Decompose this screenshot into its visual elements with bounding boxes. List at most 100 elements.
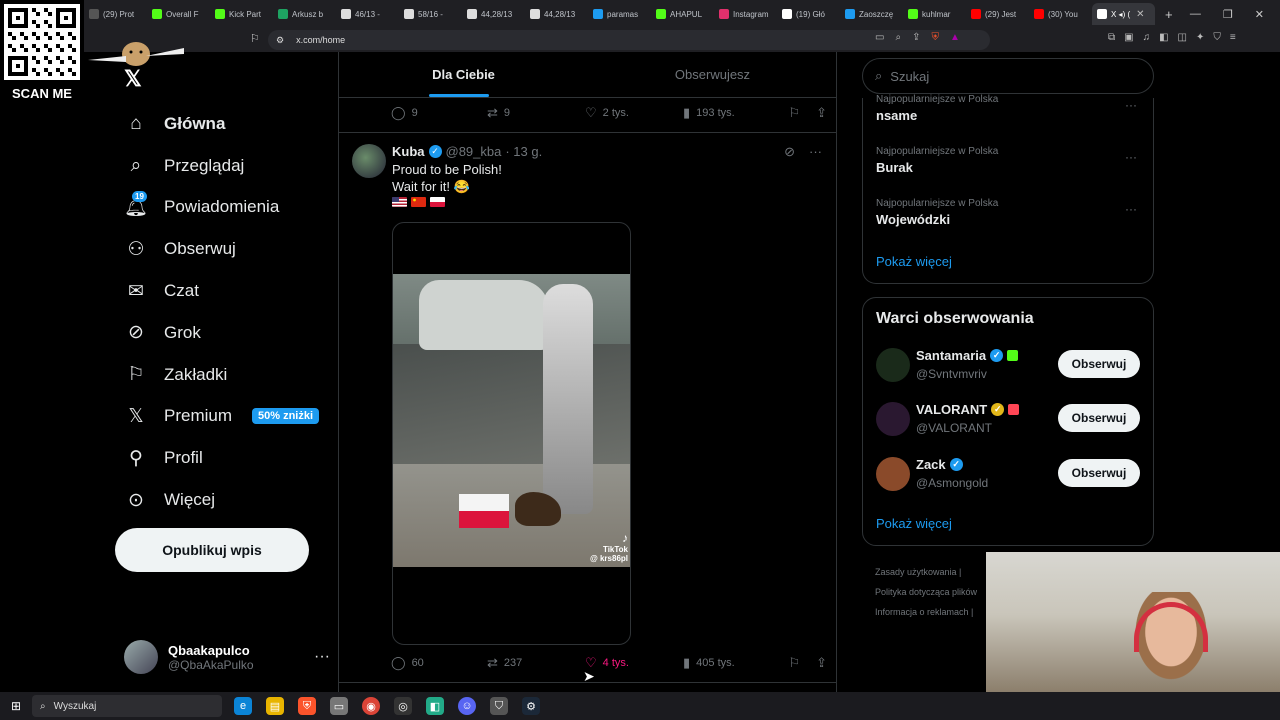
- wallet-icon[interactable]: ▣: [1124, 32, 1133, 43]
- search-input[interactable]: ⌕ Szukaj: [862, 58, 1154, 94]
- footer-link-cookies[interactable]: Polityka dotycząca plików: [875, 582, 977, 602]
- suggested-user-name[interactable]: VALORANT: [916, 402, 987, 417]
- like-button[interactable]: ♡ 2 tys.: [585, 105, 683, 121]
- nav-item-mail[interactable]: ✉ Czat: [120, 270, 330, 312]
- browser-tab[interactable]: (29) Prot: [84, 3, 147, 25]
- views-button[interactable]: ▮ 405 tys.: [683, 655, 787, 671]
- browser-tab[interactable]: Instagram: [714, 3, 777, 25]
- browser-tab[interactable]: (29) Jest: [966, 3, 1029, 25]
- close-window-icon[interactable]: ✕: [1255, 8, 1264, 21]
- avatar[interactable]: [876, 457, 910, 491]
- edge-icon[interactable]: e: [234, 697, 252, 715]
- bookmark-page-icon[interactable]: ⚐: [250, 32, 260, 45]
- trend-item[interactable]: Najpopularniejsze w Polska nsame: [876, 94, 998, 123]
- browser-tab[interactable]: (30) You: [1029, 3, 1092, 25]
- trend-more-icon[interactable]: ···: [1125, 98, 1137, 112]
- menu-icon[interactable]: ≡: [1230, 32, 1236, 43]
- more-dots-icon[interactable]: ···: [314, 648, 330, 666]
- browser-tab[interactable]: paramas: [588, 3, 651, 25]
- app-icon[interactable]: ◧: [426, 697, 444, 715]
- minimize-icon[interactable]: —: [1190, 8, 1201, 21]
- suggested-user[interactable]: Zack ✓ @Asmongold Obserwuj: [876, 457, 1140, 493]
- vpn-icon[interactable]: ⛉: [1213, 32, 1221, 43]
- reply-button[interactable]: ◯ 9: [391, 105, 487, 121]
- site-settings-icon[interactable]: ⚙: [276, 35, 284, 46]
- reply-button[interactable]: ◯ 60: [391, 655, 487, 671]
- chrome-icon[interactable]: ◉: [362, 697, 380, 715]
- brave-shield-icon[interactable]: ⛨: [931, 32, 939, 43]
- browser-tab[interactable]: kuhlmar: [903, 3, 966, 25]
- repost-button[interactable]: ⇄ 9: [487, 105, 585, 121]
- repost-button[interactable]: ⇄ 237: [487, 655, 585, 671]
- new-tab-button[interactable]: +: [1165, 7, 1173, 22]
- nav-item-follow[interactable]: ⚇ Obserwuj: [120, 228, 330, 270]
- follow-button[interactable]: Obserwuj: [1058, 404, 1140, 432]
- trend-more-icon[interactable]: ···: [1125, 202, 1137, 216]
- discord-icon[interactable]: ☺: [458, 697, 476, 715]
- browser-tab[interactable]: X ◂) (✕: [1092, 3, 1155, 25]
- tab-following[interactable]: Obserwujesz: [588, 52, 837, 97]
- post-button[interactable]: Opublikuj wpis: [115, 528, 309, 572]
- suggested-user[interactable]: VALORANT ✓ @VALORANT Obserwuj: [876, 402, 1140, 438]
- post-video[interactable]: ♪ TikTok @ krs86pl: [392, 222, 631, 645]
- file-explorer-icon[interactable]: ▤: [266, 697, 284, 715]
- footer-link-terms[interactable]: Zasady użytkowania |: [875, 562, 977, 582]
- wallet-alt-icon[interactable]: ◫: [1178, 32, 1187, 43]
- author-handle[interactable]: @89_kba: [446, 144, 502, 159]
- nav-item-bookmark[interactable]: ⚐ Zakładki: [120, 354, 330, 396]
- follow-button[interactable]: Obserwuj: [1058, 459, 1140, 487]
- grok-explain-icon[interactable]: ⊘: [784, 144, 795, 160]
- extensions-icon[interactable]: ⧉: [1108, 32, 1115, 43]
- trends-show-more-link[interactable]: Pokaż więcej: [876, 254, 952, 269]
- browser-tab[interactable]: AHAPUL: [651, 3, 714, 25]
- footer-link-ads[interactable]: Informacja o reklamach |: [875, 602, 977, 622]
- url-text[interactable]: x.com/home: [296, 35, 345, 45]
- browser-tab[interactable]: 44,28/13: [525, 3, 588, 25]
- browser-tab[interactable]: Arkusz b: [273, 3, 336, 25]
- account-switcher[interactable]: Qbaakapulco @QbaAkaPulko ···: [124, 638, 330, 676]
- share-icon[interactable]: ⇪: [816, 105, 827, 121]
- suggested-user[interactable]: Santamaria ✓ @Svntvmvriv Obserwuj: [876, 348, 1140, 384]
- trend-item[interactable]: Najpopularniejsze w Polska Wojewódzki: [876, 198, 998, 227]
- post-more-icon[interactable]: ···: [809, 144, 822, 160]
- share-icon[interactable]: ⇪: [912, 32, 920, 43]
- steam-icon[interactable]: ⚙: [522, 697, 540, 715]
- nav-item-bell[interactable]: 🔔︎ 19 Powiadomienia: [120, 187, 330, 229]
- author-name[interactable]: Kuba: [392, 144, 425, 159]
- app-icon[interactable]: ▭: [330, 697, 348, 715]
- avatar[interactable]: [876, 402, 910, 436]
- windows-start-icon[interactable]: ⊞: [0, 699, 32, 713]
- brave-rewards-icon[interactable]: ▲: [950, 32, 960, 43]
- video-frame[interactable]: ♪ TikTok @ krs86pl: [393, 274, 630, 567]
- share-icon[interactable]: ⇪: [816, 655, 827, 671]
- security-icon[interactable]: ⛉: [490, 697, 508, 715]
- bookmark-icon[interactable]: ⚐: [788, 105, 800, 121]
- nav-item-grok[interactable]: ⊘ Grok: [120, 312, 330, 354]
- tab-for-you[interactable]: Dla Ciebie: [339, 52, 588, 97]
- music-icon[interactable]: ♫: [1143, 32, 1151, 43]
- suggested-user-name[interactable]: Santamaria: [916, 348, 986, 363]
- restore-icon[interactable]: ❐: [1223, 8, 1233, 21]
- suggested-user-name[interactable]: Zack: [916, 457, 946, 472]
- obs-icon[interactable]: ◎: [394, 697, 412, 715]
- zoom-icon[interactable]: ⌕: [895, 32, 901, 43]
- browser-tab[interactable]: 44,28/13: [462, 3, 525, 25]
- brave-icon[interactable]: ⛨: [298, 697, 316, 715]
- trend-item[interactable]: Najpopularniejsze w Polska Burak: [876, 146, 998, 175]
- follow-button[interactable]: Obserwuj: [1058, 350, 1140, 378]
- nav-item-x-premium[interactable]: 𝕏 Premium 50% zniżki: [120, 396, 330, 438]
- like-button[interactable]: ♡ 4 tys.: [585, 655, 683, 671]
- taskbar-search[interactable]: ⌕ Wyszukaj: [32, 695, 222, 717]
- browser-tab[interactable]: 46/13 -: [336, 3, 399, 25]
- follow-show-more-link[interactable]: Pokaż więcej: [876, 516, 952, 531]
- browser-tab[interactable]: (19) Głó: [777, 3, 840, 25]
- trend-more-icon[interactable]: ···: [1125, 150, 1137, 164]
- sidebar-toggle-icon[interactable]: ◧: [1159, 32, 1168, 43]
- browser-tab[interactable]: Zaoszczę: [840, 3, 903, 25]
- bookmark-icon[interactable]: ⚐: [788, 655, 800, 671]
- leo-ai-icon[interactable]: ✦: [1196, 32, 1204, 43]
- nav-item-home[interactable]: ⌂ Główna: [120, 103, 330, 145]
- close-tab-icon[interactable]: ✕: [1136, 9, 1144, 20]
- nav-item-profile[interactable]: ⚲ Profil: [120, 437, 330, 479]
- cast-icon[interactable]: ▭: [875, 32, 884, 43]
